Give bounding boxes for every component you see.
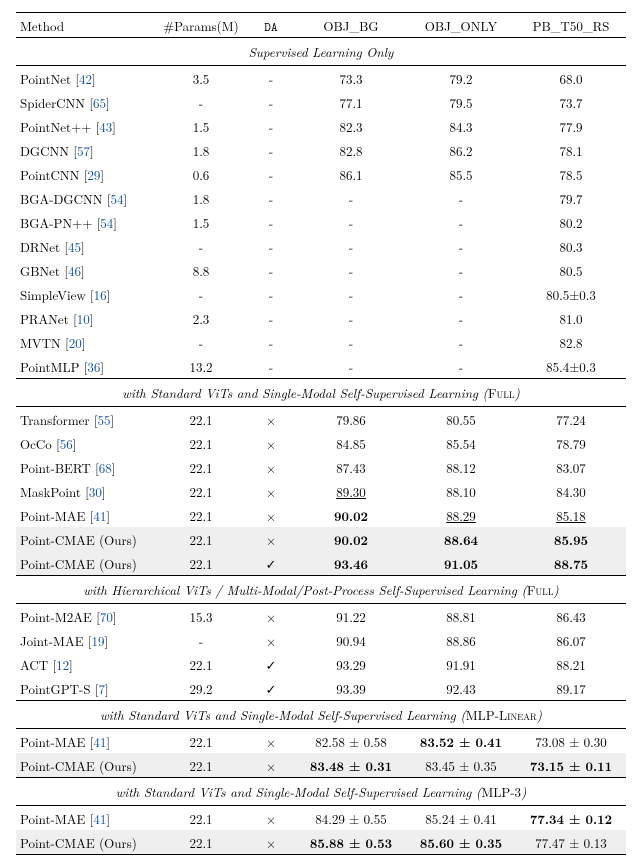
table-row: PointCNN [29]0.6-86.185.578.5: [16, 162, 626, 186]
col-params: #Params(M): [156, 13, 246, 38]
section-header: with Standard ViTs and Single-Modal Self…: [16, 778, 626, 806]
table-row: PointGPT-S [7]29.2✓93.3992.4389.17: [16, 676, 626, 701]
section-header: with Hierarchical ViTs / Multi-Modal/Pos…: [16, 576, 626, 604]
table-row: PRANet [10]2.3---81.0: [16, 306, 626, 330]
table-row: MVTN [20]----82.8: [16, 330, 626, 354]
table-row: MaskPoint [30]22.1×89.3088.1084.30: [16, 479, 626, 503]
citation-link[interactable]: 54: [110, 189, 123, 208]
table-row: SpiderCNN [65]--77.179.573.7: [16, 90, 626, 114]
citation-link[interactable]: 42: [79, 69, 92, 88]
table-row: SimpleView [16]----80.5±0.3: [16, 282, 626, 306]
citation-link[interactable]: 16: [94, 285, 107, 304]
table-row: PointMLP [36]13.2---85.4±0.3: [16, 354, 626, 379]
section-header: with Standard ViTs and Single-Modal Self…: [16, 379, 626, 407]
citation-link[interactable]: 55: [97, 410, 110, 429]
table-row: Joint-MAE [19]-×90.9488.8686.07: [16, 628, 626, 652]
col-objonly: OBJ_ONLY: [406, 13, 516, 38]
citation-link[interactable]: 45: [68, 237, 81, 256]
citation-link[interactable]: 29: [87, 165, 100, 184]
col-objbg: OBJ_BG: [296, 13, 406, 38]
table-row: Point-MAE [41]22.1×90.0288.2985.18: [16, 503, 626, 527]
table-row: PointNet [42]3.5-73.379.268.0: [16, 66, 626, 91]
table-row: ACT [12]22.1✓93.2991.9188.21: [16, 652, 626, 676]
citation-link[interactable]: 46: [68, 261, 81, 280]
col-method: Method: [16, 13, 156, 38]
table-row: BGA-PN++ [54]1.5---80.2: [16, 210, 626, 234]
citation-link[interactable]: 41: [93, 732, 106, 751]
table-row: Point-CMAE (Ours)22.1×85.88 ± 0.5385.60 …: [16, 830, 626, 854]
results-table: Method #Params(M) DA OBJ_BG OBJ_ONLY PB_…: [16, 12, 626, 855]
table-row: Point-MAE [41]22.1×84.29 ± 0.5585.24 ± 0…: [16, 806, 626, 831]
table-row: OcCo [56]22.1×84.8585.5478.79: [16, 431, 626, 455]
section-header: Supervised Learning Only: [16, 38, 626, 66]
citation-link[interactable]: 41: [93, 506, 106, 525]
section-header: with Standard ViTs and Single-Modal Self…: [16, 701, 626, 729]
table-row: Transformer [55]22.1×79.8680.5577.24: [16, 407, 626, 432]
table-row: Point-CMAE (Ours)22.1×90.0288.6485.95: [16, 527, 626, 551]
table-row: DGCNN [57]1.8-82.886.278.1: [16, 138, 626, 162]
citation-link[interactable]: 30: [89, 482, 102, 501]
citation-link[interactable]: 54: [100, 213, 113, 232]
citation-link[interactable]: 41: [93, 809, 106, 828]
table-row: Point-BERT [68]22.1×87.4388.1283.07: [16, 455, 626, 479]
citation-link[interactable]: 43: [99, 117, 112, 136]
table-row: Point-MAE [41]22.1×82.58 ± 0.5883.52 ± 0…: [16, 729, 626, 754]
col-da: DA: [246, 13, 296, 38]
citation-link[interactable]: 19: [92, 631, 105, 650]
citation-link[interactable]: 10: [77, 309, 90, 328]
table-row: Point-M2AE [70]15.3×91.2288.8186.43: [16, 604, 626, 629]
citation-link[interactable]: 57: [77, 141, 90, 160]
table-row: BGA-DGCNN [54]1.8---79.7: [16, 186, 626, 210]
table-row: GBNet [46]8.8---80.5: [16, 258, 626, 282]
citation-link[interactable]: 12: [56, 655, 69, 674]
citation-link[interactable]: 65: [93, 93, 106, 112]
citation-link[interactable]: 7: [98, 679, 105, 698]
citation-link[interactable]: 70: [100, 607, 113, 626]
col-pb: PB_T50_RS: [516, 13, 626, 38]
citation-link[interactable]: 20: [69, 333, 82, 352]
table-row: Point-CMAE (Ours)22.1✓93.4691.0588.75: [16, 551, 626, 576]
table-row: DRNet [45]----80.3: [16, 234, 626, 258]
table-row: Point-CMAE (Ours)22.1×83.48 ± 0.3183.45 …: [16, 753, 626, 778]
citation-link[interactable]: 56: [60, 434, 73, 453]
citation-link[interactable]: 36: [87, 357, 100, 376]
table-row: PointNet++ [43]1.5-82.384.377.9: [16, 114, 626, 138]
citation-link[interactable]: 68: [99, 458, 112, 477]
